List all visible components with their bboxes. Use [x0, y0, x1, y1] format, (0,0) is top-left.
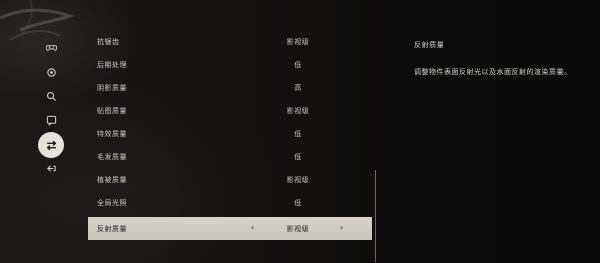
setting-value: 低 — [294, 130, 302, 138]
setting-row-hair-quality[interactable]: 毛发质量 低 — [88, 145, 372, 168]
setting-name: 植被质量 — [97, 176, 127, 184]
chat-icon — [46, 115, 56, 126]
sidebar-item-chat[interactable] — [40, 109, 62, 131]
next-option-button[interactable]: › — [340, 223, 344, 232]
settings-screen: 抗锯齿 影视级 后期处理 低 阴影质量 高 贴图质量 影视级 特效质量 低 毛发… — [0, 0, 600, 263]
setting-row-reflection-quality[interactable]: 反射质量 ‹ 影视级 › — [88, 217, 372, 240]
setting-row-shadow-quality[interactable]: 阴影质量 高 — [88, 76, 372, 99]
setting-value: 影视级 — [286, 38, 310, 46]
setting-name: 贴图质量 — [97, 107, 127, 115]
scrollbar[interactable] — [375, 170, 376, 262]
setting-name: 毛发质量 — [97, 153, 127, 161]
setting-row-anti-aliasing[interactable]: 抗锯齿 影视级 — [88, 30, 372, 53]
sidebar-item-exit[interactable] — [40, 157, 62, 179]
setting-row-post-processing[interactable]: 后期处理 低 — [88, 53, 372, 76]
setting-value: 低 — [294, 199, 302, 207]
description-panel: 反射质量 调整物件表面反射光以及水面反射的渲染质量。 — [414, 40, 594, 77]
sidebar-item-search[interactable] — [40, 85, 62, 107]
search-icon — [46, 91, 56, 101]
setting-row-effects-quality[interactable]: 特效质量 低 — [88, 122, 372, 145]
setting-value: 低 — [294, 61, 302, 69]
setting-row-vegetation-quality[interactable]: 植被质量 影视级 — [88, 168, 372, 191]
description-body: 调整物件表面反射光以及水面反射的渲染质量。 — [414, 68, 572, 76]
setting-value: 影视级 — [286, 176, 310, 184]
description-title: 反射质量 — [414, 41, 445, 49]
gamepad-icon — [45, 44, 57, 51]
setting-name: 后期处理 — [97, 61, 127, 69]
setting-name: 抗锯齿 — [97, 38, 120, 46]
sidebar-item-graphics[interactable] — [38, 132, 64, 158]
sidebar-item-display[interactable] — [40, 61, 62, 83]
setting-value: 高 — [294, 84, 302, 92]
setting-name: 全局光照 — [97, 199, 127, 207]
setting-value: 影视级 — [286, 225, 310, 233]
swap-arrows-icon — [46, 140, 56, 150]
setting-row-global-illumination[interactable]: 全局光照 低 — [88, 191, 372, 214]
setting-value: 影视级 — [286, 107, 310, 115]
setting-name: 阴影质量 — [97, 84, 127, 92]
display-settings-icon — [46, 67, 56, 77]
setting-value: 低 — [294, 153, 302, 161]
setting-row-texture-quality[interactable]: 贴图质量 影视级 — [88, 99, 372, 122]
setting-name: 反射质量 — [97, 225, 127, 233]
exit-icon — [46, 164, 56, 172]
sidebar-item-controller[interactable] — [40, 36, 62, 58]
setting-name: 特效质量 — [97, 130, 127, 138]
